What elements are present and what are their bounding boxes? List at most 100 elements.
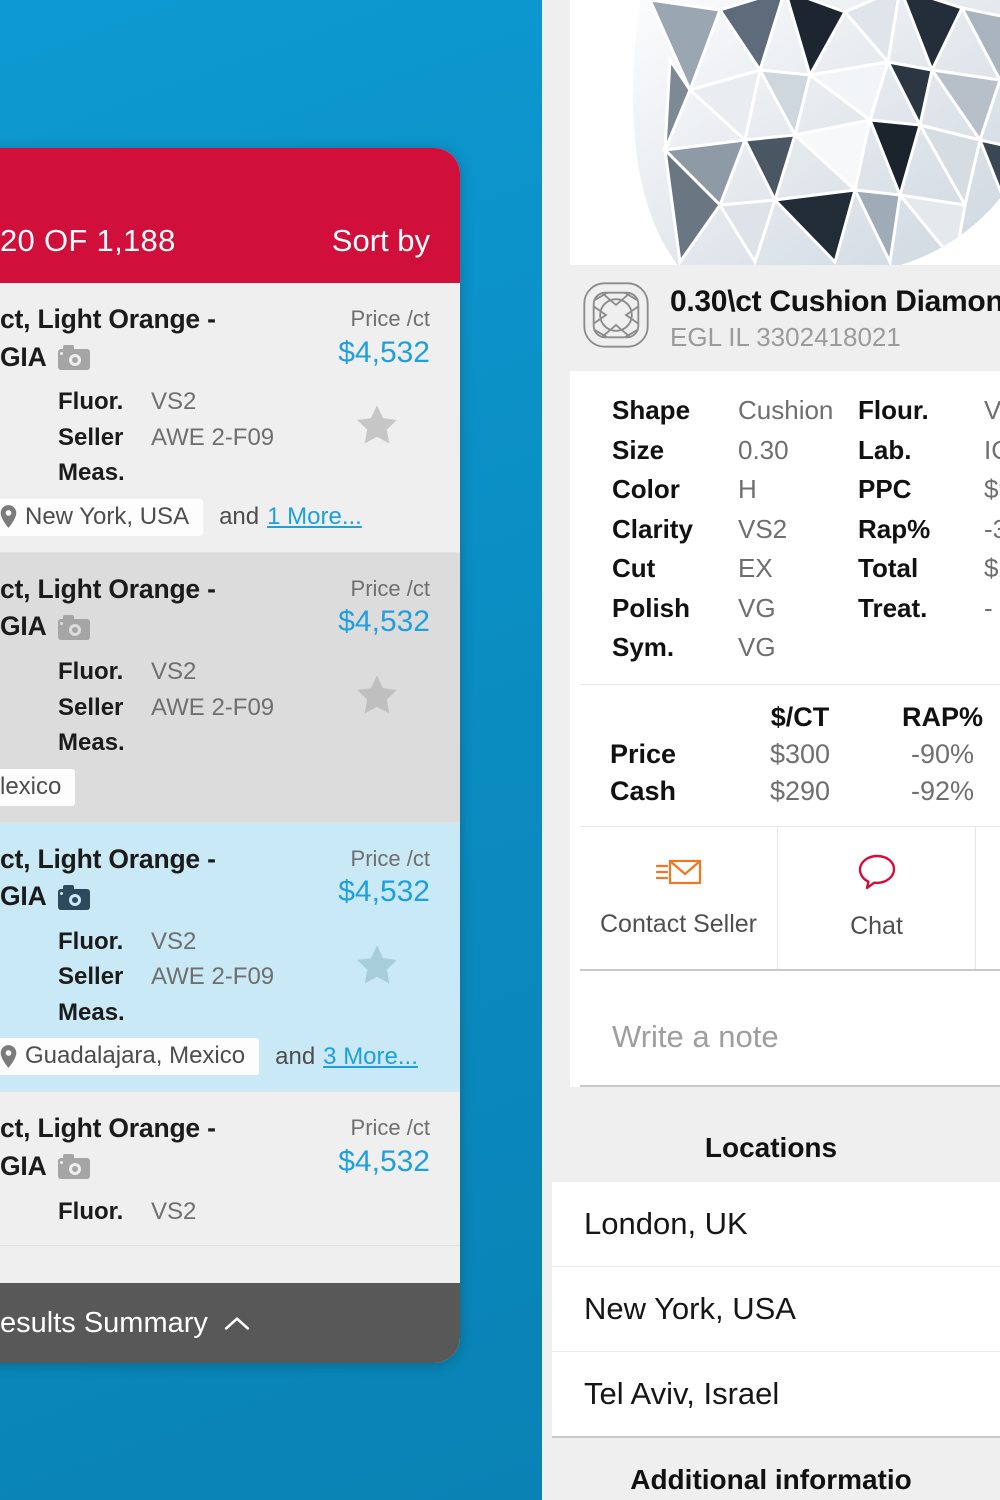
spec-total: Total $2 <box>858 549 1000 589</box>
results-summary-bar[interactable]: esults Summary <box>0 1283 460 1363</box>
location-list-item[interactable]: London, UK <box>552 1182 1000 1267</box>
result-row-top: ct, Light Orange - GIA Price /ct $4,532 <box>0 301 430 376</box>
spec-meas: Meas. <box>58 455 430 491</box>
price-per-carat-label: Price /ct <box>350 306 430 331</box>
locations-heading-text: Locations <box>704 1132 838 1163</box>
favorite-star-icon[interactable] <box>351 670 403 720</box>
specs-column-right: Flour. VS Lab. IGI PPC $9 Rap% -34 <box>850 391 1000 668</box>
spec-value: Cushion <box>738 395 834 425</box>
price-rap-pct: -90% <box>910 738 975 769</box>
spec-key: Sym. <box>612 632 675 663</box>
spec-value: VS2 <box>151 927 197 955</box>
diamond-specs-card: Shape Cushion Size 0.30 Color H Clarity … <box>580 371 1000 684</box>
cash-rap-pct: -92% <box>910 775 975 806</box>
spec-value: VS2 <box>151 388 197 416</box>
spec-key: Polish <box>612 592 691 623</box>
camera-icon[interactable] <box>57 1154 90 1180</box>
spec-value: VS2 <box>151 1197 197 1225</box>
spec-value: 0.30 <box>738 434 789 465</box>
price-table: $/CT RAP% Price $300 -90% Cash $290 -92% <box>610 699 1000 810</box>
favorite-star-icon[interactable] <box>351 940 403 990</box>
result-row[interactable]: ct, Light Orange - GIA Price /ct $4,532 <box>0 552 460 823</box>
spec-color: Color H <box>612 470 850 510</box>
contact-seller-button[interactable]: Contact Seller <box>580 826 778 969</box>
detail-card: 0.30\ct Cushion Diamon EGL IL 3302418021… <box>570 0 1000 1087</box>
result-title-line1: ct, Light Orange - <box>0 843 216 874</box>
spec-key: Color <box>612 474 680 505</box>
spec-shape: Shape Cushion <box>612 391 850 431</box>
spec-cut: Cut EX <box>612 549 850 589</box>
cash-row: Cash $290 -92% <box>610 773 1000 810</box>
row-label: Price <box>610 738 677 769</box>
spec-value: $9 <box>984 474 1000 505</box>
result-price-block: Price /ct $4,532 <box>280 301 430 372</box>
diamond-detail-panel: 0.30\ct Cushion Diamon EGL IL 3302418021… <box>542 0 1000 1500</box>
extra-action-cell[interactable] <box>976 827 1000 969</box>
location-name: New York, USA <box>25 502 190 530</box>
result-row-selected[interactable]: ct, Light Orange - GIA Price /ct $4,532 <box>0 822 460 1093</box>
location-pill[interactable]: lexico <box>0 768 76 806</box>
spec-value: AWE 2-F09 <box>151 423 275 451</box>
location-name: lexico <box>0 772 62 800</box>
result-row-top: ct, Light Orange - GIA Price /ct $4,532 <box>0 571 430 646</box>
price-card: $/CT RAP% Price $300 -90% Cash $290 -92% <box>580 683 1000 826</box>
cushion-diamond-photo[interactable] <box>570 0 1000 265</box>
result-lab: GIA <box>0 1151 47 1182</box>
contact-seller-label: Contact Seller <box>599 910 758 939</box>
spec-value: AWE 2-F09 <box>151 693 275 721</box>
chevron-up-icon[interactable] <box>224 1315 250 1331</box>
camera-icon[interactable] <box>57 614 90 640</box>
price-value: $4,532 <box>338 875 430 909</box>
result-specs: Fluor. VS2 Seller AWE 2-F09 Meas. <box>0 384 430 491</box>
spec-key: Seller <box>58 423 124 451</box>
result-location-row: lexico <box>0 768 430 806</box>
additional-information-text: Additional informatio <box>630 1464 912 1495</box>
price-value: $4,532 <box>338 1144 430 1178</box>
spec-polish: Polish VG <box>612 589 850 629</box>
result-row[interactable]: ct, Light Orange - GIA Price /ct $4,532 <box>0 283 460 553</box>
camera-icon[interactable] <box>57 344 90 370</box>
spec-key: Fluor. <box>58 1197 124 1225</box>
favorite-star-icon[interactable] <box>351 400 403 450</box>
spec-key: Meas. <box>58 459 125 487</box>
spec-value: VS2 <box>151 658 197 686</box>
row-label: Cash <box>610 775 677 806</box>
result-lab-row: GIA <box>0 1148 270 1186</box>
result-lab-row: GIA <box>0 339 270 377</box>
chat-button[interactable]: Chat <box>778 826 976 969</box>
spec-value: AWE 2-F09 <box>151 963 275 991</box>
results-panel: 20 OF 1,188 Sort by ct, Light Orange - G… <box>0 148 460 1363</box>
app-root: 20 OF 1,188 Sort by ct, Light Orange - G… <box>0 0 1000 1500</box>
spec-value: VG <box>738 632 776 663</box>
result-location-row: New York, USA and 1 More... <box>0 498 430 536</box>
spec-key: Treat. <box>858 592 928 623</box>
location-list-item[interactable]: Tel Aviv, Israel <box>552 1352 1000 1438</box>
additional-information-heading: Additional informatio <box>542 1438 1000 1496</box>
detail-header: 0.30\ct Cushion Diamon EGL IL 3302418021 <box>570 265 1000 371</box>
spec-key: Size <box>612 434 665 465</box>
spec-meas: Meas. <box>58 725 430 761</box>
note-input[interactable]: Write a note <box>580 992 1000 1087</box>
spec-value: VS <box>984 395 1000 425</box>
locations-list: London, UK New York, USA Tel Aviv, Israe… <box>552 1182 1000 1438</box>
result-lab-row: GIA <box>0 608 270 646</box>
location-list-item[interactable]: New York, USA <box>552 1267 1000 1352</box>
more-locations-link[interactable]: 3 More... <box>323 1043 418 1071</box>
spec-fluor: Fluor. VS2 <box>58 1194 430 1230</box>
more-locations-link[interactable]: 1 More... <box>267 503 362 531</box>
result-lab: GIA <box>0 881 47 912</box>
result-row[interactable]: ct, Light Orange - GIA Price /ct $4,532 <box>0 1092 460 1247</box>
spec-value: - <box>984 592 993 623</box>
sort-by-button[interactable]: Sort by <box>332 223 430 259</box>
result-title-block: ct, Light Orange - GIA <box>0 841 280 916</box>
spec-key: Meas. <box>58 998 125 1026</box>
location-pill[interactable]: New York, USA <box>0 498 204 536</box>
detail-header-text: 0.30\ct Cushion Diamon EGL IL 3302418021 <box>670 279 1000 353</box>
location-pill[interactable]: Guadalajara, Mexico <box>0 1038 260 1076</box>
result-specs: Fluor. VS2 Seller AWE 2-F09 Meas. <box>0 654 430 761</box>
map-pin-icon <box>0 505 17 529</box>
certificate-number: EGL IL 3302418021 <box>670 322 901 352</box>
spec-key: Flour. <box>858 395 929 425</box>
result-title-line1: ct, Light Orange - <box>0 304 216 334</box>
camera-icon[interactable] <box>57 884 90 910</box>
